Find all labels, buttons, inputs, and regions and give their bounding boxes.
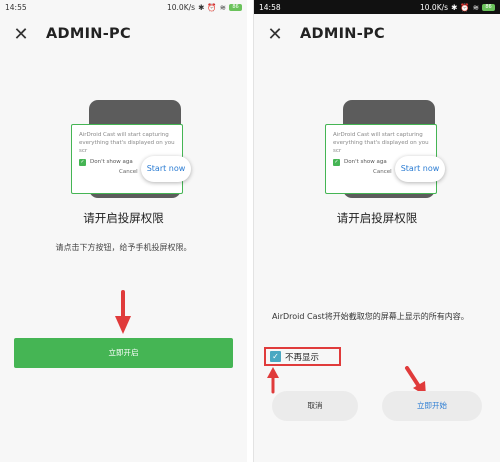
wifi-icon: ≋ (472, 2, 479, 12)
wifi-icon: ≋ (219, 2, 226, 12)
checkbox-label: 不再显示 (285, 352, 320, 363)
dont-show-again-checkbox[interactable]: ✓ 不再显示 (264, 347, 341, 366)
status-bar: 14:55 10.0K/s ✱ ⏰ ≋ 86 (0, 0, 247, 14)
status-time: 14:58 (259, 2, 281, 12)
red-arrow-annotation (267, 367, 279, 394)
permission-illustration: AirDroid Cast will start capturing every… (325, 100, 450, 198)
checkbox-check-icon[interactable]: ✓ (270, 351, 281, 362)
bluetooth-icon: ✱ (451, 2, 458, 12)
enable-now-button[interactable]: 立即开启 (14, 338, 233, 368)
battery-icon: 86 (229, 3, 242, 11)
illustration-start-now: Start now (395, 156, 445, 182)
permission-heading: 请开启投屏权限 (336, 211, 418, 225)
check-icon: ✓ (333, 158, 340, 166)
page-title: ADMIN-PC (300, 26, 385, 42)
network-speed: 10.0K/s (167, 2, 196, 12)
left-screen: 14:55 10.0K/s ✱ ⏰ ≋ 86 ✕ ADMIN-PC AirDro… (0, 0, 247, 462)
alarm-icon: ⏰ (207, 2, 217, 12)
permission-description: 请点击下方按钮，给予手机投屏权限。 (55, 243, 192, 252)
check-icon: ✓ (79, 158, 86, 166)
illustration-dialog-text: AirDroid Cast will start capturing every… (79, 132, 175, 154)
illustration-dialog-text: AirDroid Cast will start capturing every… (333, 132, 429, 154)
illustration-start-now: Start now (141, 156, 191, 182)
illustration-checkbox-label: Don't show aga (90, 159, 133, 165)
right-screen: 14:58 10.0K/s ✱ ⏰ ≋ 86 ✕ ADMIN-PC AirDro… (253, 0, 500, 462)
start-now-button[interactable]: 立即开始 (382, 391, 482, 421)
cancel-button[interactable]: 取消 (272, 391, 358, 421)
illustration-checkbox-label: Don't show aga (344, 159, 387, 165)
page-title: ADMIN-PC (46, 26, 131, 42)
bluetooth-icon: ✱ (198, 2, 205, 12)
status-bar: 14:58 10.0K/s ✱ ⏰ ≋ 86 (254, 0, 500, 14)
app-bar: ✕ ADMIN-PC (254, 14, 500, 54)
status-time: 14:55 (5, 2, 27, 12)
battery-icon: 86 (482, 3, 495, 11)
alarm-icon: ⏰ (460, 2, 470, 12)
close-icon[interactable]: ✕ (266, 24, 284, 45)
cast-permission-message: AirDroid Cast将开始截取您的屏幕上显示的所有内容。 (272, 312, 469, 321)
network-speed: 10.0K/s (420, 2, 449, 12)
close-icon[interactable]: ✕ (12, 24, 30, 45)
app-bar: ✕ ADMIN-PC (0, 14, 247, 54)
red-arrow-annotation (115, 290, 131, 334)
permission-illustration: AirDroid Cast will start capturing every… (71, 100, 196, 198)
permission-heading: 请开启投屏权限 (83, 211, 164, 225)
